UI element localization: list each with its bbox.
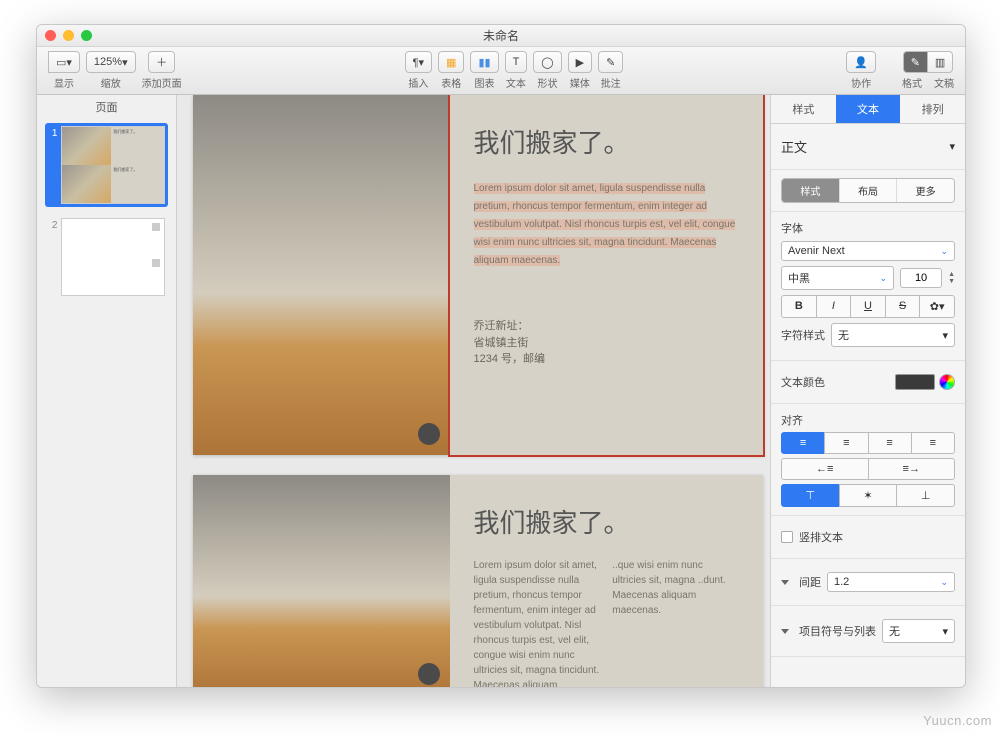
zoom-select[interactable]: 125% ▾ (86, 51, 136, 73)
char-style-select[interactable]: 无▾ (831, 323, 955, 347)
maximize-icon[interactable] (81, 30, 92, 41)
color-wheel-icon[interactable] (939, 374, 955, 390)
titlebar: 未命名 (37, 25, 965, 47)
spacing-label: 间距 (799, 574, 821, 590)
disclosure-icon[interactable] (781, 629, 789, 634)
chart-button[interactable]: ▮▮ (470, 51, 498, 73)
tab-text[interactable]: 文本 (836, 95, 901, 123)
stepper-up-icon[interactable]: ▲ (948, 271, 955, 278)
toolbar: ▭▾ 显示 125% ▾ 缩放 ＋ 添加页面 ¶▾ 插入 ▦表格 ▮▮图表 T文… (37, 47, 965, 95)
stepper-down-icon[interactable]: ▼ (948, 278, 955, 285)
align-justify-button[interactable]: ≡ (911, 432, 955, 454)
document-button[interactable]: ▥ (927, 51, 953, 73)
doc-title[interactable]: 我们搬家了。 (474, 123, 740, 160)
underline-button[interactable]: U (850, 295, 886, 318)
watermark: Yuucn.com (923, 713, 992, 728)
indent-row: ←≡ ≡→ (781, 458, 955, 480)
italic-button[interactable]: I (816, 295, 852, 318)
font-family-select[interactable]: Avenir Next⌄ (781, 241, 955, 261)
chevron-down-icon[interactable]: ▾ (949, 140, 955, 153)
page-textbox[interactable]: 我们搬家了。 Lorem ipsum dolor sit amet, ligul… (450, 95, 764, 455)
page-1: 我们搬家了。 Lorem ipsum dolor sit amet, ligul… (193, 95, 763, 455)
page-image[interactable] (193, 95, 450, 455)
align-right-button[interactable]: ≡ (868, 432, 912, 454)
inspector-panel: 样式 文本 排列 正文 ▾ 样式 布局 更多 字体 Avenir Next (770, 95, 965, 687)
page-1-row2: 我们搬家了。 Lorem ipsum dolor sit amet, ligul… (193, 475, 763, 687)
bold-button[interactable]: B (781, 295, 817, 318)
subtab-layout[interactable]: 布局 (839, 179, 897, 202)
addpage-label: 添加页面 (142, 75, 182, 90)
advanced-button[interactable]: ✿▾ (919, 295, 955, 318)
indent-button[interactable]: ≡→ (868, 458, 956, 480)
pages-header: 页面 (37, 95, 176, 119)
strike-button[interactable]: S (885, 295, 921, 318)
main-area: 页面 1 我们搬家了。我们搬家了。 2 ...... 我们搬家了。 Lorem … (37, 95, 965, 687)
view-label: 显示 (54, 75, 74, 90)
collab-button[interactable]: 👤 (846, 51, 876, 73)
close-icon[interactable] (45, 30, 56, 41)
add-page-button[interactable]: ＋ (148, 51, 175, 73)
vertical-text-checkbox[interactable] (781, 531, 793, 543)
doc-address[interactable]: 乔迁新址： 省城镇主街 1234 号，邮编 (474, 318, 740, 368)
v-align-row: ⊤ ✶ ⊥ (781, 484, 955, 507)
tab-arrange[interactable]: 排列 (900, 95, 965, 123)
bullets-label: 项目符号与列表 (799, 623, 876, 639)
text-button[interactable]: T (505, 51, 528, 73)
insert-button[interactable]: ¶▾ (405, 51, 432, 73)
text-color-label: 文本颜色 (781, 374, 825, 390)
zoom-label: 缩放 (101, 75, 121, 90)
pages-panel: 页面 1 我们搬家了。我们搬家了。 2 ...... (37, 95, 177, 687)
inspector-tabs: 样式 文本 排列 (771, 95, 965, 124)
doc-body[interactable]: Lorem ipsum dolor sit amet, ligula suspe… (474, 183, 736, 266)
window-title: 未命名 (483, 27, 519, 44)
vertical-text-label: 竖排文本 (799, 529, 843, 545)
subtab-more[interactable]: 更多 (896, 179, 954, 202)
spacing-select[interactable]: 1.2⌄ (827, 572, 955, 592)
table-button[interactable]: ▦ (438, 51, 464, 73)
tab-style[interactable]: 样式 (771, 95, 836, 123)
char-style-label: 字符样式 (781, 327, 825, 343)
comment-button[interactable]: ✎ (598, 51, 623, 73)
font-weight-select[interactable]: 中黑⌄ (781, 266, 894, 290)
outdent-button[interactable]: ←≡ (781, 458, 869, 480)
valign-bot-button[interactable]: ⊥ (896, 484, 955, 507)
bullets-select[interactable]: 无▾ (882, 619, 955, 643)
text-color-swatch[interactable] (895, 374, 935, 390)
font-size-field[interactable] (900, 268, 942, 288)
subtab-style[interactable]: 样式 (782, 179, 839, 202)
document-canvas[interactable]: 我们搬家了。 Lorem ipsum dolor sit amet, ligul… (177, 95, 770, 687)
font-label: 字体 (781, 220, 955, 236)
view-button[interactable]: ▭▾ (48, 51, 80, 73)
app-window: 未命名 ▭▾ 显示 125% ▾ 缩放 ＋ 添加页面 ¶▾ 插入 ▦表格 ▮▮图… (36, 24, 966, 688)
valign-mid-button[interactable]: ✶ (839, 484, 898, 507)
align-label: 对齐 (781, 412, 955, 428)
align-center-button[interactable]: ≡ (824, 432, 868, 454)
disclosure-icon[interactable] (781, 580, 789, 585)
page-image-2[interactable] (193, 475, 450, 687)
page-textbox-2[interactable]: 我们搬家了。 Lorem ipsum dolor sit amet, ligul… (450, 475, 764, 687)
text-subtabs: 样式 布局 更多 (781, 178, 955, 203)
paragraph-style[interactable]: 正文 (781, 137, 807, 156)
media-button[interactable]: ▶ (568, 51, 592, 73)
align-left-button[interactable]: ≡ (781, 432, 825, 454)
font-style-row: B I U S ✿▾ (781, 295, 955, 318)
page-thumb-2[interactable]: 2 ...... (45, 215, 168, 299)
traffic-lights (45, 30, 92, 41)
h-align-row: ≡ ≡ ≡ ≡ (781, 432, 955, 454)
page-thumb-1[interactable]: 1 我们搬家了。我们搬家了。 (45, 123, 168, 207)
valign-top-button[interactable]: ⊤ (781, 484, 840, 507)
shape-button[interactable]: ◯ (533, 51, 561, 73)
format-button[interactable]: ✎ (903, 51, 928, 73)
minimize-icon[interactable] (63, 30, 74, 41)
